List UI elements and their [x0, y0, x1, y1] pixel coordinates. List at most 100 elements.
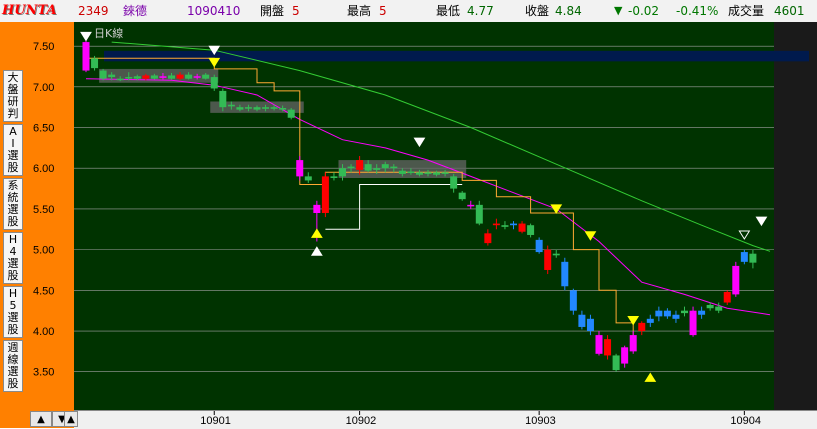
y-tick-label: 4.50: [33, 285, 54, 297]
candle-body: [381, 164, 389, 169]
support-line: [325, 184, 463, 230]
y-tick-label: 7.00: [33, 82, 54, 94]
candle-body: [629, 335, 637, 352]
candle-body: [544, 249, 552, 270]
candle-body: [398, 170, 406, 174]
chart-title: 日K線: [94, 26, 123, 40]
candle-body: [210, 77, 218, 89]
candle-body: [116, 78, 124, 81]
candle-body: [433, 172, 441, 175]
candle-body: [347, 166, 355, 169]
candle-body: [467, 204, 475, 207]
tab-ai-stock-pick[interactable]: AI選股: [3, 124, 23, 176]
low-label: 最低: [436, 4, 461, 18]
candle-body: [373, 168, 381, 170]
candle-body: [663, 310, 671, 317]
candle-body: [535, 239, 543, 253]
candle-body: [313, 204, 321, 213]
candle-body: [518, 223, 526, 232]
change-down-icon: ▼: [614, 4, 623, 17]
candle-body: [441, 172, 449, 174]
x-tick-label: 10901: [200, 415, 231, 427]
y-tick-label: 7.50: [33, 41, 54, 53]
candle-body: [321, 176, 329, 213]
candle-body: [527, 225, 535, 235]
candle-body: [424, 172, 432, 174]
signal-marker: [310, 228, 323, 238]
signal-marker: [738, 230, 751, 240]
candle-body: [390, 166, 398, 169]
candle-body: [501, 225, 509, 227]
tab-system-stock-pick[interactable]: 系統選股: [3, 178, 23, 230]
close-value: 4.84: [555, 4, 582, 18]
candle-body: [552, 253, 560, 256]
candle-body: [236, 107, 244, 110]
candle-body: [99, 70, 107, 79]
tab-h5-stock-pick[interactable]: H5選股: [3, 286, 23, 338]
candlestick-chart[interactable]: 日K線: [74, 22, 817, 410]
candle-body: [612, 355, 620, 371]
tab-h4-stock-pick[interactable]: H4選股: [3, 232, 23, 284]
candle-body: [262, 107, 270, 109]
candle-body: [142, 75, 150, 79]
candle-body: [219, 90, 227, 108]
candle-body: [244, 107, 252, 109]
candle-body: [715, 306, 723, 311]
date-axis: 10901 10902 10903 10904: [200, 411, 761, 427]
tab-market-analysis[interactable]: 大盤研判: [3, 70, 23, 122]
signal-marker: [584, 231, 597, 241]
candle-body: [689, 310, 697, 336]
candle-body: [621, 347, 629, 364]
signal-marker: [310, 246, 323, 256]
candle-body: [270, 107, 278, 109]
moving-average-short: [85, 78, 771, 316]
signal-marker: [413, 137, 426, 148]
candle-body: [296, 160, 304, 177]
signal-marker: [80, 31, 92, 42]
candle-body: [732, 265, 740, 295]
candle-body: [82, 42, 90, 71]
candle-body: [475, 204, 483, 224]
candle-body: [681, 310, 688, 314]
candle-body: [595, 335, 603, 354]
candle-body: [108, 74, 116, 78]
candle-body: [159, 76, 167, 78]
candle-body: [125, 77, 133, 79]
y-tick-label: 6.50: [33, 123, 54, 135]
open-value: 5: [292, 4, 300, 18]
scroll-left-button[interactable]: ▲: [30, 411, 52, 427]
candle-body: [569, 290, 577, 311]
y-tick-label: 3.50: [33, 367, 54, 379]
x-tick-label: 10903: [525, 415, 556, 427]
candle-body: [638, 322, 646, 332]
candle-body: [364, 164, 372, 171]
consolidation-box: [99, 68, 219, 83]
x-tick-label: 10904: [730, 415, 761, 427]
candle-body: [646, 318, 654, 323]
candle-body: [227, 104, 235, 107]
candle-body: [339, 168, 346, 177]
low-value: 4.77: [467, 4, 494, 18]
app-logo: HUNTA: [2, 3, 57, 18]
open-label: 開盤: [260, 4, 285, 18]
tab-strip: 大盤研判 AI選股 系統選股 H4選股 H5選股 週線選股: [3, 70, 23, 394]
candle-body: [202, 74, 210, 79]
candle-body: [168, 75, 175, 79]
candle-body: [672, 314, 680, 319]
candle-body: [604, 339, 612, 356]
candle-body: [279, 108, 287, 110]
candle-body: [561, 261, 569, 287]
candle-body: [133, 76, 141, 79]
candle-body: [492, 223, 500, 226]
candle-body: [176, 74, 184, 79]
candle-body: [356, 160, 364, 170]
candle-body: [253, 107, 261, 110]
y-axis: 7.50 7.00 6.50 6.00 5.50 5.00 4.50 4.00 3.50: [33, 41, 54, 379]
candle-body: [450, 176, 458, 189]
close-label: 收盤: [525, 4, 550, 18]
tab-weekly-stock-pick[interactable]: 週線選股: [3, 340, 23, 392]
candle-body: [415, 172, 423, 175]
candle-body: [287, 109, 295, 118]
header-bar: HUNTA 2349 錸德 1090410 開盤 5 最高 5 最低 4.77 …: [0, 0, 817, 23]
date-axis-bar: ▲ ▼ ▲ 10901 10902 10903 10904: [30, 410, 817, 429]
